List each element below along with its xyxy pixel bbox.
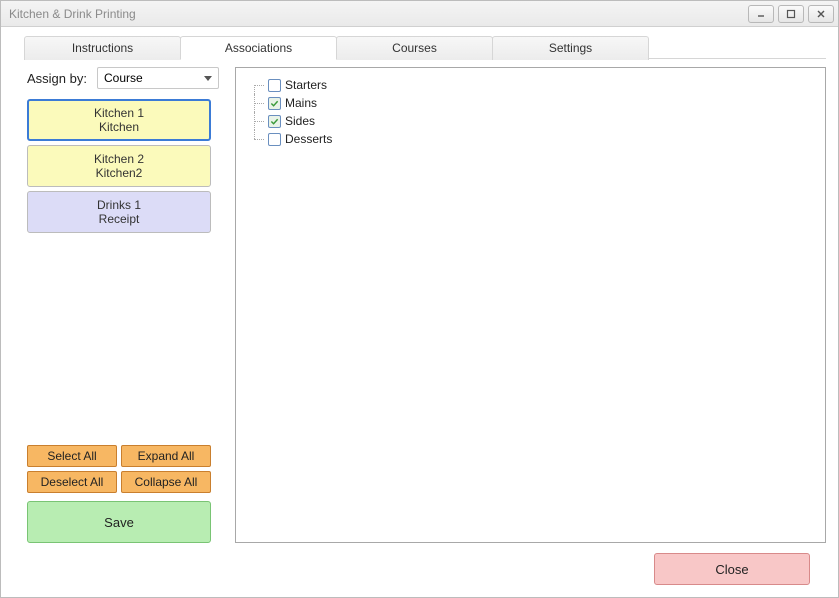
tree-item-label: Sides [285,114,315,128]
checkbox[interactable] [268,115,281,128]
tab-settings[interactable]: Settings [492,36,649,60]
printer-name: Kitchen 2 [94,152,144,166]
assign-by-label: Assign by: [27,71,87,86]
assign-by-row: Assign by: Course [19,67,219,89]
printer-list: Kitchen 1KitchenKitchen 2Kitchen2Drinks … [19,99,219,233]
checkbox[interactable] [268,97,281,110]
printer-subname: Kitchen [99,120,139,134]
minimize-button[interactable] [748,5,774,23]
checkbox[interactable] [268,79,281,92]
tree-item-starters[interactable]: Starters [246,76,815,94]
footer: Close [19,543,826,585]
printer-subname: Kitchen2 [96,166,143,180]
content-area: InstructionsAssociationsCoursesSettings … [1,27,838,597]
window: Kitchen & Drink Printing InstructionsAss… [0,0,839,598]
check-icon [270,117,279,126]
collapse-all-button[interactable]: Collapse All [121,471,211,493]
select-all-button[interactable]: Select All [27,445,117,467]
checkbox[interactable] [268,133,281,146]
tree-item-label: Mains [285,96,317,110]
minimize-icon [756,9,766,19]
save-button[interactable]: Save [27,501,211,543]
check-icon [270,99,279,108]
course-tree: Starters Mains Sides Desserts [246,76,815,148]
printer-name: Kitchen 1 [94,106,144,120]
window-title: Kitchen & Drink Printing [9,7,748,21]
printer-name: Drinks 1 [97,198,141,212]
tab-associations[interactable]: Associations [180,36,337,60]
close-window-button[interactable] [808,5,834,23]
tree-panel[interactable]: Starters Mains Sides Desserts [235,67,826,543]
tabs: InstructionsAssociationsCoursesSettings [24,35,826,59]
tree-item-mains[interactable]: Mains [246,94,815,112]
tree-item-sides[interactable]: Sides [246,112,815,130]
tree-item-desserts[interactable]: Desserts [246,130,815,148]
left-column: Assign by: Course Kitchen 1KitchenKitche… [19,67,219,543]
assign-by-dropdown[interactable]: Course [97,67,219,89]
assign-by-value: Course [104,71,143,85]
tab-instructions[interactable]: Instructions [24,36,181,60]
printer-subname: Receipt [99,212,140,226]
close-button[interactable]: Close [654,553,810,585]
titlebar: Kitchen & Drink Printing [1,1,838,27]
tab-body-associations: Assign by: Course Kitchen 1KitchenKitche… [19,59,826,543]
action-buttons: Select All Expand All Deselect All Colla… [19,445,219,493]
close-icon [816,9,826,19]
tab-courses[interactable]: Courses [336,36,493,60]
printer-item-2[interactable]: Drinks 1Receipt [27,191,211,233]
printer-item-0[interactable]: Kitchen 1Kitchen [27,99,211,141]
tree-item-label: Desserts [285,132,332,146]
expand-all-button[interactable]: Expand All [121,445,211,467]
window-controls [748,5,834,23]
tree-item-label: Starters [285,78,327,92]
chevron-down-icon [204,76,212,81]
maximize-icon [786,9,796,19]
printer-item-1[interactable]: Kitchen 2Kitchen2 [27,145,211,187]
maximize-button[interactable] [778,5,804,23]
deselect-all-button[interactable]: Deselect All [27,471,117,493]
